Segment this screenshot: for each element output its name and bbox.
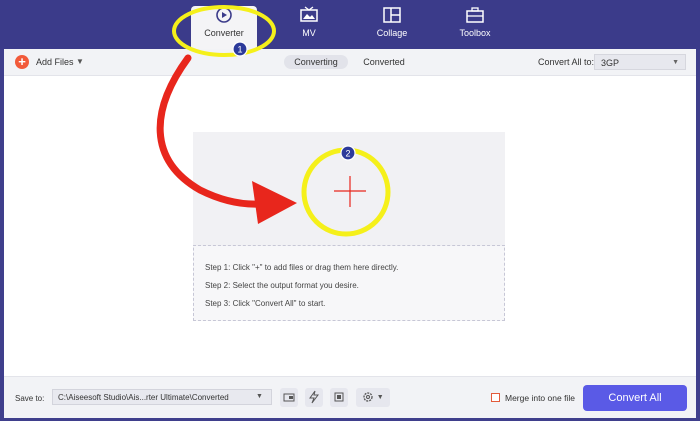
red-arrow-head: [252, 181, 297, 224]
highlight-circle-add: [301, 147, 391, 237]
highlight-ellipse-converter: [172, 5, 276, 57]
red-arrow-path: [156, 54, 264, 208]
badge-2-text: 2: [345, 149, 350, 159]
annotation-overlay: 1 2: [156, 5, 391, 237]
badge-1-text: 1: [237, 45, 242, 55]
